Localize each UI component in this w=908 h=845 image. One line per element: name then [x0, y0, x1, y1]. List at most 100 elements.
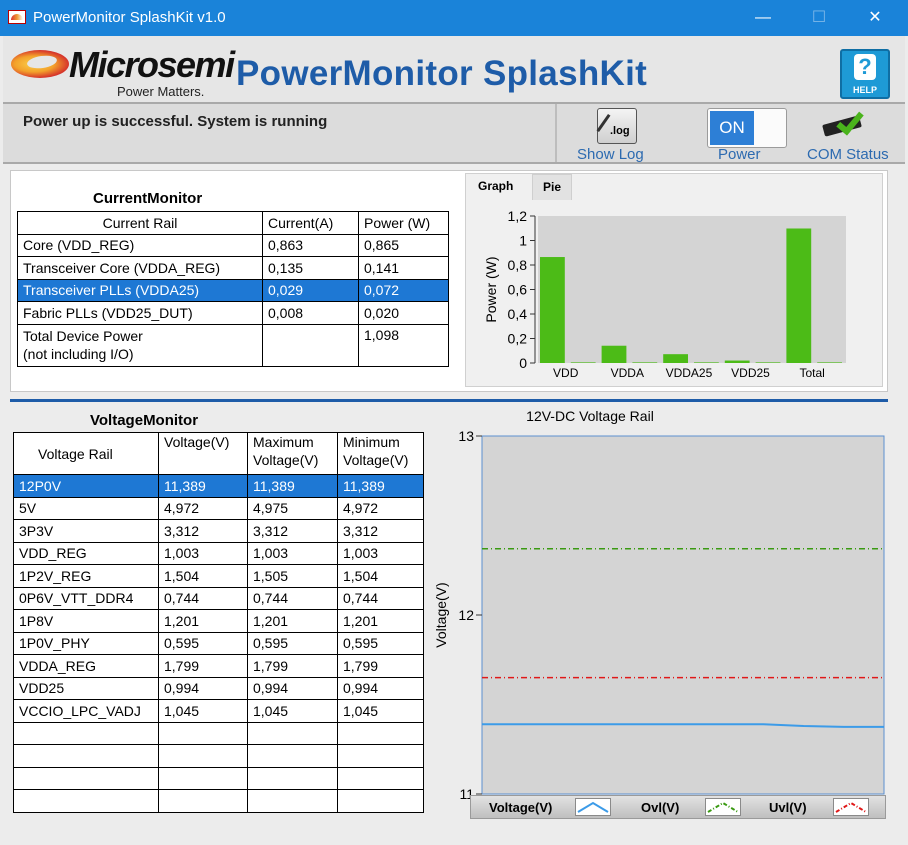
table-cell: 3,312: [337, 519, 424, 543]
table-cell-empty: [337, 789, 424, 813]
table-row[interactable]: 3P3V 3,312 3,312 3,312: [13, 519, 424, 543]
total-label-line-2: (not including I/O): [23, 345, 134, 362]
table-cell: VCCIO_LPC_VADJ: [13, 699, 159, 723]
table-row-total[interactable]: Total Device Power (not including I/O) 1…: [17, 323, 449, 367]
table-cell-empty: [247, 766, 338, 790]
y-tick-label: 0,4: [508, 306, 528, 322]
table-row-selected[interactable]: Transceiver PLLs (VDDA25) 0,029 0,072: [17, 278, 449, 302]
table-cell: 1P8V: [13, 609, 159, 633]
status-bar: Power up is successful. System is runnin…: [3, 104, 905, 164]
table-row[interactable]: VDD25 0,994 0,994 0,994: [13, 676, 424, 700]
table-cell: 11,389: [337, 474, 424, 498]
table-cell: 1,201: [247, 609, 338, 633]
table-cell: 0,595: [337, 631, 424, 655]
plot-area: [481, 435, 885, 795]
column-header: Current(A): [262, 211, 359, 235]
power-label: Power: [718, 146, 761, 163]
table-cell: 3,312: [158, 519, 248, 543]
table-row-empty[interactable]: [13, 744, 424, 768]
show-log-icon[interactable]: .log: [596, 108, 637, 144]
column-header-line: Voltage(V): [164, 434, 230, 450]
table-cell: 5V: [13, 496, 159, 520]
toolbar: .log Show Log ON Power COM Status: [555, 104, 905, 163]
table-row[interactable]: Transceiver Core (VDDA_REG) 0,135 0,141: [17, 256, 449, 280]
table-row[interactable]: VDDA_REG 1,799 1,799 1,799: [13, 654, 424, 678]
pen-icon: [596, 113, 611, 133]
table-cell-empty: [247, 789, 338, 813]
table-cell: 3,312: [247, 519, 338, 543]
brand-name: Microsemi: [69, 44, 235, 85]
com-status-label[interactable]: COM Status: [807, 146, 889, 163]
column-header-line: Voltage(V): [253, 452, 319, 468]
table-cell: 1,045: [337, 699, 424, 723]
legend-label-uvl: Uvl(V): [769, 800, 807, 815]
table-row[interactable]: Fabric PLLs (VDD25_DUT) 0,008 0,020: [17, 301, 449, 325]
voltage-monitor-title: VoltageMonitor: [90, 412, 199, 429]
table-cell: 1,201: [158, 609, 248, 633]
y-tick-label: 1: [519, 233, 527, 249]
column-header: Minimum Voltage(V): [337, 432, 424, 475]
bar: [817, 362, 842, 363]
tab-graph[interactable]: Graph: [468, 174, 524, 200]
window-title: PowerMonitor SplashKit v1.0: [33, 9, 226, 26]
table-cell: 0,744: [247, 586, 338, 610]
com-status-icon[interactable]: [821, 106, 873, 142]
table-cell: 0,994: [337, 676, 424, 700]
table-row[interactable]: VDD_REG 1,003 1,003 1,003: [13, 541, 424, 565]
table-cell: 1,504: [158, 564, 248, 588]
table-cell: 0,994: [247, 676, 338, 700]
table-cell: 0,744: [337, 586, 424, 610]
table-cell: 1,003: [247, 541, 338, 565]
app-icon: [8, 10, 26, 24]
total-value-cell: 1,098: [358, 323, 449, 367]
column-header: Maximum Voltage(V): [247, 432, 338, 475]
tab-pie[interactable]: Pie: [532, 174, 573, 200]
brand-tagline: Power Matters.: [117, 84, 205, 99]
y-tick-label: 0,2: [508, 331, 528, 347]
current-monitor-title: CurrentMonitor: [93, 190, 203, 207]
close-button[interactable]: ✕: [852, 0, 898, 36]
table-cell-empty: [262, 323, 359, 367]
table-row[interactable]: 1P2V_REG 1,504 1,505 1,504: [13, 564, 424, 588]
table-cell: 1,799: [337, 654, 424, 678]
table-row[interactable]: VCCIO_LPC_VADJ 1,045 1,045 1,045: [13, 699, 424, 723]
table-cell-empty: [337, 766, 424, 790]
status-message: Power up is successful. System is runnin…: [23, 113, 328, 130]
bar: [786, 228, 812, 363]
table-row[interactable]: 0P6V_VTT_DDR4 0,744 0,744 0,744: [13, 586, 424, 610]
table-row[interactable]: Core (VDD_REG) 0,863 0,865: [17, 233, 449, 257]
current-monitor-panel: CurrentMonitor Current Rail Current(A) P…: [10, 170, 888, 392]
table-cell: 0,072: [358, 278, 449, 302]
log-icon-text: .log: [610, 125, 630, 137]
table-cell: 1P2V_REG: [13, 564, 159, 588]
y-tick-label: 0,8: [508, 257, 528, 273]
table-row-selected[interactable]: 12P0V 11,389 11,389 11,389: [13, 474, 424, 498]
table-cell: 0,020: [358, 301, 449, 325]
maximize-button[interactable]: ☐: [796, 0, 842, 36]
column-header: Voltage Rail: [13, 432, 159, 475]
help-button[interactable]: ? HELP: [840, 49, 890, 99]
chart-legend: Voltage(V) Ovl(V) Uvl(V): [470, 795, 886, 819]
table-cell: Transceiver PLLs (VDDA25): [17, 278, 263, 302]
column-header-line: Voltage(V): [343, 452, 409, 468]
table-cell-empty: [13, 789, 159, 813]
table-cell: 0,994: [158, 676, 248, 700]
legend-swatch-uvl[interactable]: [833, 798, 869, 816]
power-toggle[interactable]: ON: [707, 108, 787, 148]
minimize-button[interactable]: —: [740, 0, 786, 36]
table-cell: 1,799: [247, 654, 338, 678]
table-row-empty[interactable]: [13, 721, 424, 745]
show-log-button[interactable]: Show Log: [577, 146, 644, 163]
table-row[interactable]: 1P8V 1,201 1,201 1,201: [13, 609, 424, 633]
table-row[interactable]: 1P0V_PHY 0,595 0,595 0,595: [13, 631, 424, 655]
table-cell: 1,003: [337, 541, 424, 565]
column-header: Current Rail: [17, 211, 263, 235]
legend-swatch-ovl[interactable]: [705, 798, 741, 816]
legend-swatch-voltage[interactable]: [575, 798, 611, 816]
column-header: Power (W): [358, 211, 449, 235]
table-row-empty[interactable]: [13, 789, 424, 813]
table-cell-empty: [13, 744, 159, 768]
table-row-empty[interactable]: [13, 766, 424, 790]
table-row[interactable]: 5V 4,972 4,975 4,972: [13, 496, 424, 520]
bar: [724, 360, 750, 363]
